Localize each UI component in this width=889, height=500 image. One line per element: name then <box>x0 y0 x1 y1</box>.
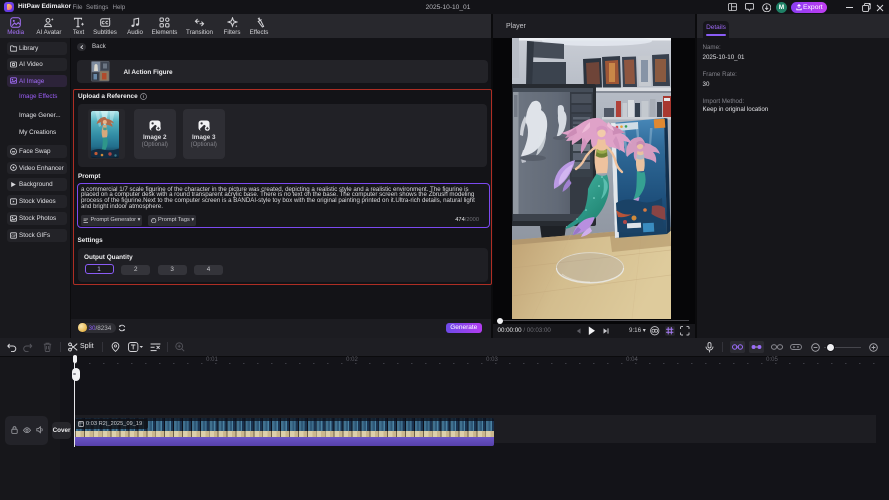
svg-text:GIF: GIF <box>11 234 16 238</box>
